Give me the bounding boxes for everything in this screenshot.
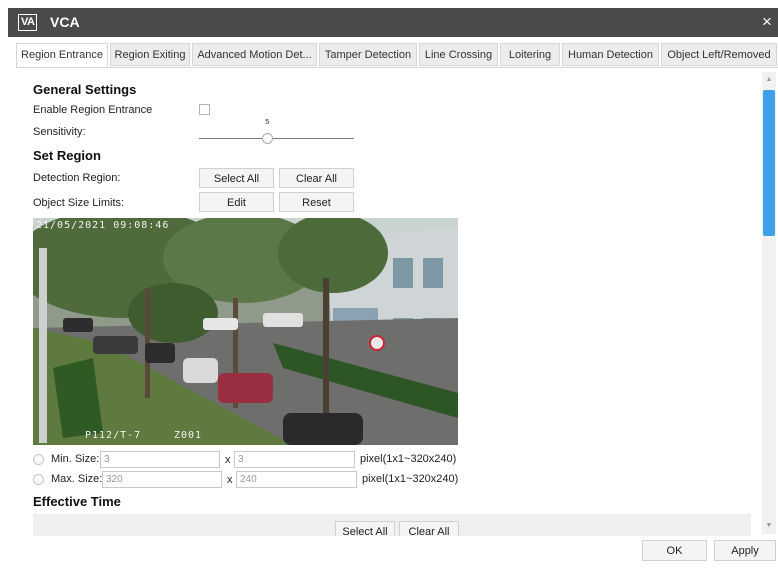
slider-track	[199, 138, 354, 139]
select-all-button[interactable]: Select All	[199, 168, 274, 188]
min-size-x-label: x	[225, 454, 231, 466]
edit-button[interactable]: Edit	[199, 192, 274, 212]
clear-all-button[interactable]: Clear All	[279, 168, 354, 188]
enable-region-entrance-label: Enable Region Entrance	[33, 104, 153, 116]
max-size-label: Max. Size:	[51, 473, 103, 485]
effective-time-toolbar: Select All Clear All	[33, 514, 751, 536]
min-size-width-input[interactable]	[100, 451, 220, 468]
max-size-x-label: x	[227, 474, 233, 486]
max-size-range-label: pixel(1x1~320x240)	[362, 473, 459, 485]
camera-zone: Z001	[174, 430, 203, 441]
object-size-limits-label: Object Size Limits:	[33, 197, 125, 209]
apply-button[interactable]: Apply	[714, 540, 776, 561]
title-bar: VA VCA ×	[8, 8, 778, 37]
sensitivity-label: Sensitivity:	[33, 126, 86, 138]
tab-region-entrance[interactable]: Region Entrance	[16, 43, 108, 68]
sensitivity-slider[interactable]: 5	[199, 119, 354, 146]
ok-button[interactable]: OK	[642, 540, 707, 561]
scrollbar-thumb[interactable]	[763, 90, 775, 236]
max-size-width-input[interactable]	[102, 471, 222, 488]
effective-clear-all-button[interactable]: Clear All	[399, 521, 459, 536]
vca-logo-icon: VA	[18, 14, 38, 31]
min-size-label: Min. Size:	[51, 453, 100, 465]
tab-region-exiting[interactable]: Region Exiting	[110, 43, 190, 66]
min-size-height-input[interactable]	[234, 451, 355, 468]
scroll-down-icon[interactable]: ▼	[764, 521, 774, 531]
min-size-radio[interactable]	[33, 454, 44, 465]
min-size-range-label: pixel(1x1~320x240)	[360, 453, 457, 465]
reset-button[interactable]: Reset	[279, 192, 354, 212]
camera-preview[interactable]: 21/05/2021 09:08:46 P112/T-7 Z001	[33, 218, 458, 445]
max-size-height-input[interactable]	[236, 471, 357, 488]
tab-human-detection[interactable]: Human Detection	[562, 43, 659, 66]
tab-advanced-motion-detection[interactable]: Advanced Motion Det...	[192, 43, 317, 66]
scroll-up-icon[interactable]: ▲	[764, 75, 774, 85]
effective-time-heading: Effective Time	[33, 494, 121, 509]
tab-loitering[interactable]: Loitering	[500, 43, 560, 66]
camera-name: P112/T-7	[85, 430, 142, 441]
tab-object-left-removed[interactable]: Object Left/Removed	[661, 43, 777, 66]
max-size-radio[interactable]	[33, 474, 44, 485]
vertical-scrollbar[interactable]: ▲ ▼	[762, 72, 776, 534]
close-icon[interactable]: ×	[762, 11, 778, 33]
tab-line-crossing[interactable]: Line Crossing	[419, 43, 498, 66]
detection-region-label: Detection Region:	[33, 172, 121, 184]
camera-scene-image	[33, 218, 458, 445]
sensitivity-value: 5	[265, 119, 270, 126]
enable-region-entrance-checkbox[interactable]	[199, 104, 210, 115]
camera-timestamp: 21/05/2021 09:08:46	[36, 220, 170, 231]
settings-panel: General Settings Enable Region Entrance …	[16, 68, 761, 536]
effective-select-all-button[interactable]: Select All	[335, 521, 395, 536]
set-region-heading: Set Region	[33, 148, 101, 163]
general-settings-heading: General Settings	[33, 82, 137, 97]
window-title: VCA	[50, 14, 80, 30]
slider-thumb[interactable]	[262, 133, 274, 144]
tab-tamper-detection[interactable]: Tamper Detection	[319, 43, 417, 66]
